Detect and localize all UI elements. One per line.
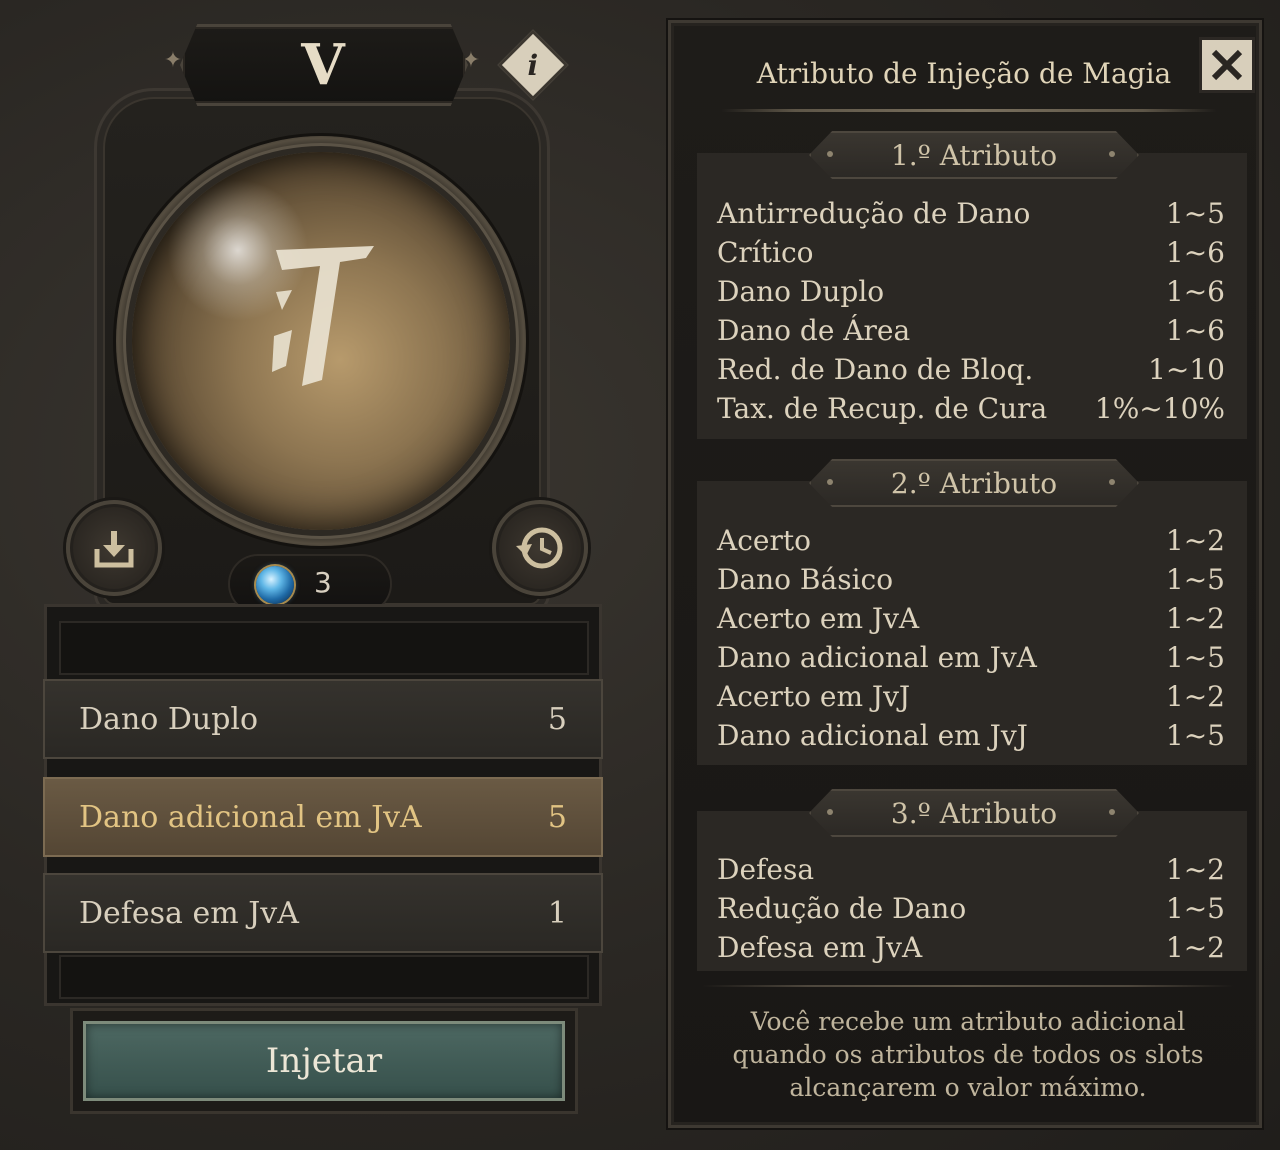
slot-2[interactable]: Dano adicional em JvA 5 bbox=[43, 777, 603, 857]
slot-value: 1 bbox=[547, 895, 567, 931]
attribute-row: Dano de Área 1~6 bbox=[717, 314, 1225, 347]
attribute-row: Dano Duplo 1~6 bbox=[717, 275, 1225, 308]
attribute-row: Acerto 1~2 bbox=[717, 524, 1225, 557]
header-dot bbox=[1109, 151, 1115, 157]
slot-1[interactable]: Dano Duplo 5 bbox=[43, 679, 603, 759]
section-header: 1.º Atributo bbox=[809, 131, 1139, 179]
attribute-row: Defesa em JvA 1~2 bbox=[717, 931, 1225, 964]
attribute-row: Crítico 1~6 bbox=[717, 236, 1225, 269]
header-dot bbox=[827, 151, 833, 157]
attribute-row: Antirredução de Dano 1~5 bbox=[717, 197, 1225, 230]
attribute-row: Tax. de Recup. de Cura 1%~10% bbox=[717, 392, 1225, 425]
section-header: 2.º Atributo bbox=[809, 459, 1139, 507]
section-header: 3.º Atributo bbox=[809, 789, 1139, 837]
attribute-row: Defesa 1~2 bbox=[717, 853, 1225, 886]
rune-panel: ✦ ✦ V i 3 Dano Duplo 5 Dano adicional em… bbox=[0, 0, 640, 1150]
header-dot bbox=[827, 479, 833, 485]
attribute-row: Dano Básico 1~5 bbox=[717, 563, 1225, 596]
history-button[interactable] bbox=[492, 500, 588, 596]
info-icon[interactable]: i bbox=[497, 29, 569, 101]
attribute-info-panel: Atributo de Injeção de Magia 1.º Atribut… bbox=[668, 20, 1262, 1128]
slot-label: Defesa em JvA bbox=[79, 895, 299, 931]
tier-label: V bbox=[301, 32, 347, 98]
inject-frame: Injetar bbox=[70, 1008, 578, 1114]
panel-title: Atributo de Injeção de Magia bbox=[756, 57, 1172, 90]
rune-glyph bbox=[272, 246, 374, 386]
slot-label: Dano adicional em JvA bbox=[79, 799, 422, 835]
slot-label: Dano Duplo bbox=[79, 701, 259, 737]
empty-slot-bottom bbox=[59, 955, 589, 999]
header-dot bbox=[1109, 479, 1115, 485]
attribute-row: Redução de Dano 1~5 bbox=[717, 892, 1225, 925]
attribute-row: Dano adicional em JvA 1~5 bbox=[717, 641, 1225, 674]
download-icon bbox=[94, 531, 134, 568]
slot-value: 5 bbox=[547, 799, 567, 835]
attribute-row: Dano adicional em JvJ 1~5 bbox=[717, 719, 1225, 752]
attribute-row: Red. de Dano de Bloq. 1~10 bbox=[717, 353, 1225, 386]
attribute-row: Acerto em JvA 1~2 bbox=[717, 602, 1225, 635]
attribute-row: Acerto em JvJ 1~2 bbox=[717, 680, 1225, 713]
inject-button[interactable]: Injetar bbox=[83, 1021, 565, 1101]
slot-value: 5 bbox=[547, 701, 567, 737]
history-icon bbox=[516, 527, 563, 569]
slot-list: Dano Duplo 5 Dano adicional em JvA 5 Def… bbox=[43, 604, 603, 1006]
close-button[interactable] bbox=[1199, 37, 1255, 93]
download-button[interactable] bbox=[66, 500, 162, 596]
empty-slot-top bbox=[59, 621, 589, 675]
header-dot bbox=[1109, 809, 1115, 815]
slot-3[interactable]: Defesa em JvA 1 bbox=[43, 873, 603, 953]
close-icon bbox=[1211, 49, 1243, 81]
gem-count: 3 bbox=[314, 566, 332, 599]
footer-note: Você recebe um atributo adicional quando… bbox=[732, 1007, 1204, 1102]
tier-plate: V bbox=[180, 24, 468, 106]
title-divider bbox=[721, 109, 1217, 112]
footer-divider bbox=[701, 985, 1235, 987]
gem-icon bbox=[256, 566, 294, 604]
header-dot bbox=[827, 809, 833, 815]
